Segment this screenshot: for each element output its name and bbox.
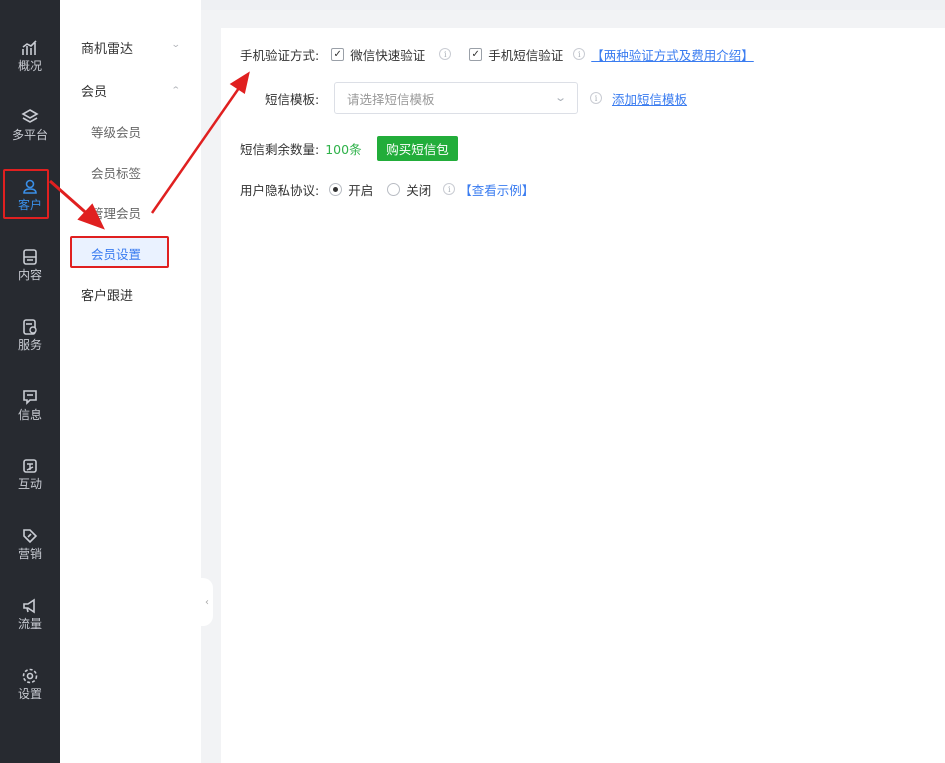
menu-item-member-tags[interactable]: 会员标签	[91, 163, 141, 182]
secondary-menu	[60, 0, 201, 763]
remain-value: 100条	[325, 141, 362, 157]
remain-label: 短信剩余数量:	[240, 141, 320, 157]
chevron-down-icon: ⌄	[553, 91, 567, 104]
template-label: 短信模板:	[265, 91, 320, 107]
message-icon	[23, 390, 37, 405]
sms-remain-row: 短信剩余数量: 100条	[240, 138, 362, 158]
menu-item-manage-member[interactable]: 管理会员	[91, 203, 141, 222]
verify-method-row: 手机验证方式: ✓ 微信快速验证 i ✓ 手机短信验证 i 【两种验证方式及费用…	[240, 44, 754, 64]
sms-verify-checkbox[interactable]: ✓	[469, 47, 483, 61]
service-icon	[23, 319, 37, 335]
verify-label: 手机验证方式:	[240, 47, 320, 63]
sms-template-select[interactable]: 请选择短信模板 ⌄	[334, 82, 578, 114]
add-template-link[interactable]: 添加短信模板	[612, 89, 687, 108]
view-example-link[interactable]: 【查看示例】	[459, 180, 534, 199]
highlight-box	[3, 169, 49, 219]
privacy-off-label: 关闭	[406, 182, 432, 198]
document-icon	[23, 249, 37, 265]
info-icon[interactable]: i	[443, 183, 456, 195]
megaphone-icon	[23, 598, 35, 614]
menu-group-follow[interactable]: 客户跟进	[81, 285, 133, 304]
rail-item-settings[interactable]: 设置	[0, 656, 60, 712]
privacy-on-label: 开启	[348, 182, 374, 198]
menu-group-radar[interactable]: 商机雷达	[81, 38, 133, 57]
chevron-left-icon: ‹	[205, 596, 209, 608]
rail-item-overview[interactable]: 概况	[0, 28, 60, 84]
layers-icon	[21, 109, 39, 123]
privacy-row: 用户隐私协议: 开启 关闭 i 【查看示例】	[240, 179, 534, 199]
top-strip	[201, 0, 945, 10]
menu-item-level-member[interactable]: 等级会员	[91, 122, 141, 141]
rail-item-message[interactable]: 信息	[0, 377, 60, 433]
privacy-off-radio[interactable]	[387, 182, 401, 196]
rail-item-customer[interactable]: 客户	[0, 167, 60, 223]
rail-item-marketing[interactable]: 营销	[0, 516, 60, 572]
info-icon[interactable]: i	[573, 48, 586, 60]
info-icon[interactable]: i	[439, 48, 452, 60]
chevron-down-icon: ⌄	[170, 40, 181, 50]
sms-verify-label: 手机短信验证	[488, 47, 564, 63]
rail-item-multiplatform[interactable]: 多平台	[0, 97, 60, 153]
chart-icon	[22, 40, 37, 55]
template-link-row: i 添加短信模板	[590, 88, 687, 108]
gear-icon	[22, 668, 38, 684]
chevron-up-icon: ⌃	[170, 86, 181, 96]
rail-item-traffic[interactable]: 流量	[0, 586, 60, 642]
menu-group-member[interactable]: 会员	[81, 81, 107, 100]
tag-icon	[23, 529, 38, 544]
rail-item-interact[interactable]: 互动	[0, 446, 60, 502]
template-placeholder: 请选择短信模板	[347, 91, 435, 107]
info-icon[interactable]: i	[590, 92, 602, 104]
template-label-row: 短信模板:	[265, 88, 319, 108]
verify-intro-link[interactable]: 【两种验证方式及费用介绍】	[591, 45, 754, 64]
main-nav-rail: 概况 多平台 客户 内容 服务 信息 互动 营销 流量 设置	[0, 0, 60, 763]
privacy-on-radio[interactable]	[329, 182, 343, 196]
rail-item-service[interactable]: 服务	[0, 307, 60, 363]
buy-sms-button[interactable]: 购买短信包	[377, 136, 458, 161]
interact-icon	[23, 459, 37, 473]
collapse-handle[interactable]: ‹	[201, 578, 213, 626]
menu-item-member-settings[interactable]: 会员设置	[91, 244, 141, 263]
wechat-verify-label: 微信快速验证	[350, 47, 426, 63]
privacy-label: 用户隐私协议:	[240, 182, 320, 198]
wechat-verify-checkbox[interactable]: ✓	[331, 47, 345, 61]
rail-item-content[interactable]: 内容	[0, 237, 60, 293]
